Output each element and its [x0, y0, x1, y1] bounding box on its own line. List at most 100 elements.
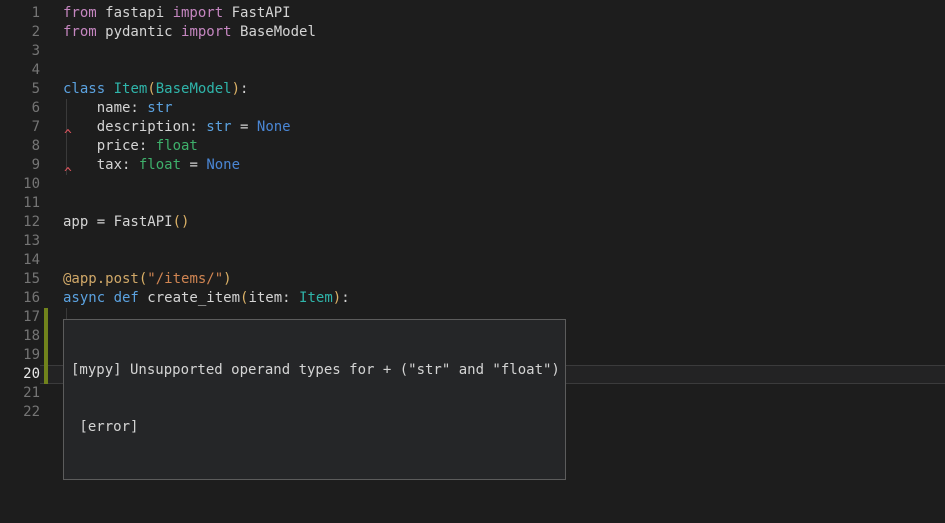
terminal-editor: 1 from fastapi import FastAPI 2 from pydant… [0, 0, 945, 523]
line-number: 21 [0, 384, 40, 403]
code-token: price: [63, 138, 156, 154]
code-token [105, 81, 113, 97]
sign-column [40, 4, 63, 23]
code-text [63, 194, 945, 213]
code-line[interactable]: 14 [0, 251, 945, 270]
sign-column [40, 251, 63, 270]
code-text: price: float [63, 137, 945, 156]
sign-column [40, 156, 63, 175]
sign-column [40, 213, 63, 232]
line-number: 17 [0, 308, 40, 327]
line-number: 1 [0, 4, 40, 23]
code-token: str [206, 119, 231, 135]
line-number: 2 [0, 23, 40, 42]
code-token: pydantic [97, 24, 181, 40]
code-token: from [63, 24, 97, 40]
code-line[interactable]: 2 from pydantic import BaseModel [0, 23, 945, 42]
code-line[interactable]: 7 ^ description: str = None [0, 118, 945, 137]
line-number: 4 [0, 61, 40, 80]
code-token: BaseModel [232, 24, 316, 40]
sign-column [40, 403, 63, 422]
code-text [63, 61, 945, 80]
line-number: 13 [0, 232, 40, 251]
diagnostic-message: [mypy] Unsupported operand types for + (… [71, 361, 559, 380]
line-number: 10 [0, 175, 40, 194]
code-token: from [63, 5, 97, 21]
code-token: description: [63, 119, 206, 135]
code-token: import [181, 24, 232, 40]
diagnostic-caret-icon: ^ [64, 126, 72, 145]
sign-column [40, 194, 63, 213]
line-number: 6 [0, 99, 40, 118]
code-token: fastapi [97, 5, 173, 21]
code-text: from pydantic import BaseModel [63, 23, 945, 42]
code-token: ) [232, 81, 240, 97]
code-token: "/items/" [147, 271, 223, 287]
code-text: app = FastAPI() [63, 213, 945, 232]
code-token: None [206, 157, 240, 173]
code-line[interactable]: 4 [0, 61, 945, 80]
code-line[interactable]: 12 app = FastAPI() [0, 213, 945, 232]
code-token: Item [299, 290, 333, 306]
code-token: item: [248, 290, 299, 306]
sign-column [40, 289, 63, 308]
git-added-sign [44, 346, 48, 365]
code-line[interactable]: 1 from fastapi import FastAPI [0, 4, 945, 23]
code-text [63, 42, 945, 61]
line-number: 16 [0, 289, 40, 308]
code-line[interactable]: 10 [0, 175, 945, 194]
code-token: @app.post [63, 271, 139, 287]
code-token: None [257, 119, 291, 135]
code-line[interactable]: 5 class Item(BaseModel): [0, 80, 945, 99]
code-text: @app.post("/items/") [63, 270, 945, 289]
code-token: ( [147, 81, 155, 97]
code-token: : [240, 81, 248, 97]
code-token: = [232, 119, 257, 135]
line-number: 8 [0, 137, 40, 156]
git-added-sign [44, 327, 48, 346]
code-token: ) [333, 290, 341, 306]
sign-column [40, 175, 63, 194]
sign-column [40, 327, 63, 346]
line-number: 19 [0, 346, 40, 365]
sign-column [40, 308, 63, 327]
code-token: BaseModel [156, 81, 232, 97]
sign-column [40, 137, 63, 156]
code-line[interactable]: 8 price: float [0, 137, 945, 156]
code-line[interactable]: 16async def create_item(item: Item): [0, 289, 945, 308]
line-number: 3 [0, 42, 40, 61]
line-number: 22 [0, 403, 40, 422]
code-token: : [341, 290, 349, 306]
line-number: 18 [0, 327, 40, 346]
line-number: 11 [0, 194, 40, 213]
code-line[interactable]: 9^ tax: float = None [0, 156, 945, 175]
code-editor[interactable]: 1 from fastapi import FastAPI 2 from pydant… [0, 0, 945, 523]
code-token: float [139, 157, 181, 173]
code-text: ^ description: str = None [63, 118, 945, 137]
line-number: 5 [0, 80, 40, 99]
code-token: () [173, 214, 190, 230]
sign-column [40, 118, 63, 137]
git-added-sign [44, 365, 48, 384]
sign-column [40, 232, 63, 251]
line-number: 12 [0, 213, 40, 232]
code-token: name: [63, 100, 147, 116]
code-text: from fastapi import FastAPI [63, 4, 945, 23]
code-token: ) [223, 271, 231, 287]
sign-column [40, 61, 63, 80]
code-text [63, 251, 945, 270]
code-line[interactable]: 13 [0, 232, 945, 251]
code-token: = [181, 157, 206, 173]
code-token: str [147, 100, 172, 116]
code-text: class Item(BaseModel): [63, 80, 945, 99]
diagnostic-caret-icon: ^ [64, 164, 72, 183]
line-number: 7 [0, 118, 40, 137]
diagnostic-severity: [error] [71, 418, 559, 437]
code-line[interactable]: 11 [0, 194, 945, 213]
indent-guide [66, 99, 67, 118]
code-line[interactable]: 3 [0, 42, 945, 61]
code-line[interactable]: 15@app.post("/items/") [0, 270, 945, 289]
sign-column [40, 99, 63, 118]
code-text: name: str [63, 99, 945, 118]
code-line[interactable]: 6 name: str [0, 99, 945, 118]
